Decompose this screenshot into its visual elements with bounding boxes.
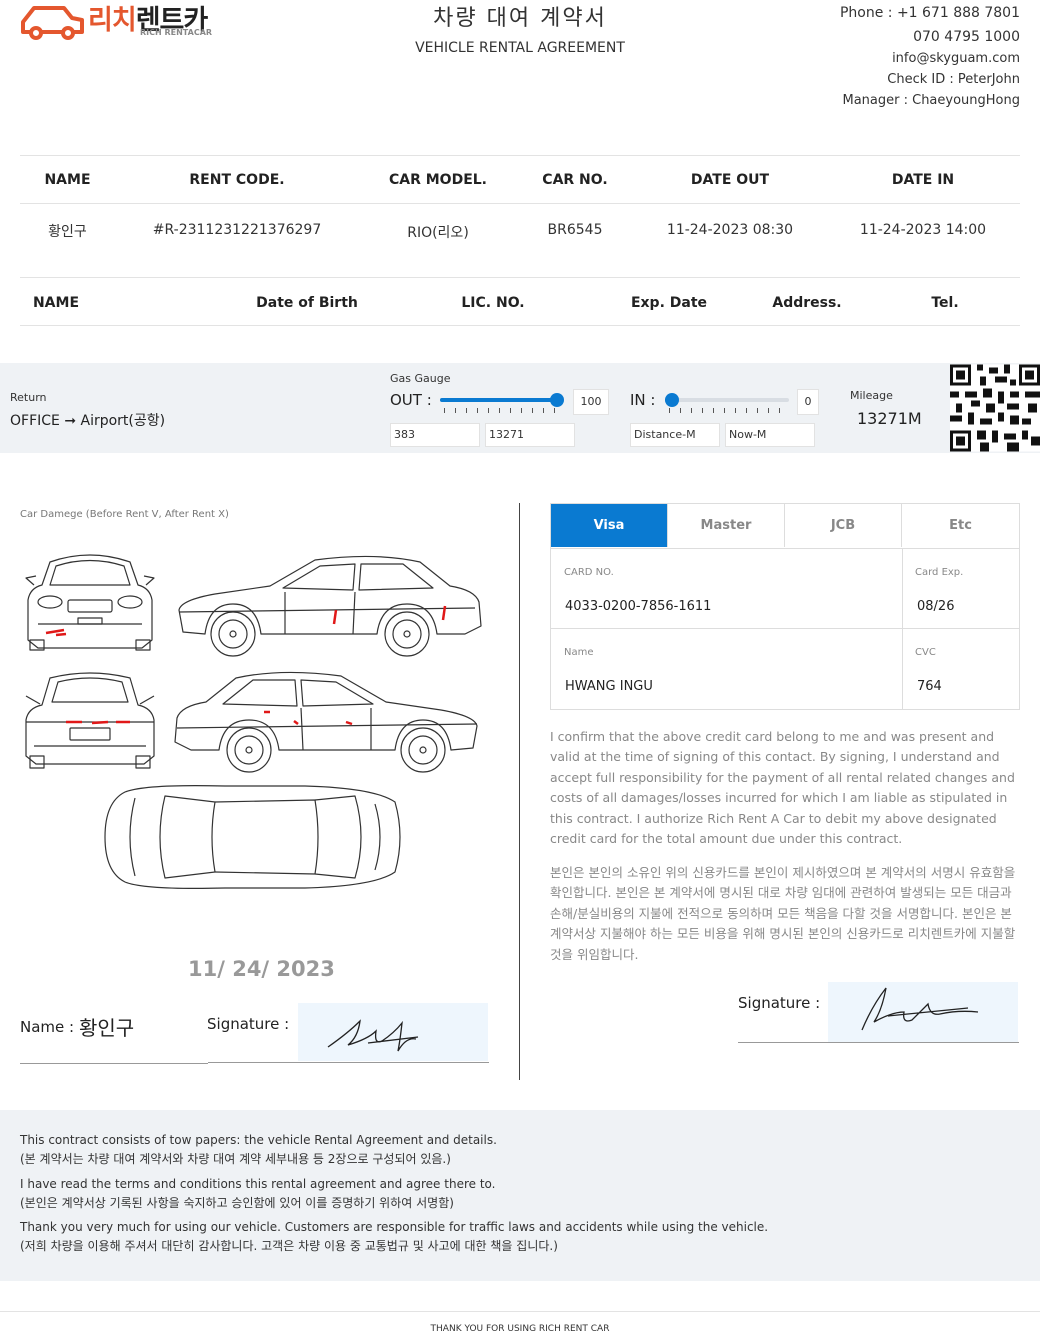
mileage-label: Mileage bbox=[850, 389, 893, 402]
card-no-value[interactable]: 4033-0200-7856-1611 bbox=[565, 599, 711, 614]
damage-caption: Car Damege (Before Rent V, After Rent X) bbox=[20, 509, 229, 520]
out-distance-field[interactable]: 383 bbox=[390, 423, 480, 447]
footer-note-1-en: This contract consists of tow papers: th… bbox=[20, 1133, 497, 1147]
title-english: VEHICLE RENTAL AGREEMENT bbox=[415, 40, 625, 56]
tab-jcb[interactable]: JCB bbox=[785, 504, 902, 547]
driver-header-exp-date: Exp. Date bbox=[630, 295, 708, 311]
in-now-field[interactable]: Now-M bbox=[725, 423, 815, 447]
footer-note-1-ko: (본 계약서는 차량 대여 계약서와 차량 대여 계약 세부내용 등 2장으로 … bbox=[20, 1152, 451, 1166]
gas-in-slider[interactable] bbox=[665, 393, 791, 421]
driver-header-dob: Date of Birth bbox=[256, 295, 358, 311]
car-side-left-icon[interactable] bbox=[174, 671, 478, 773]
return-label: Return bbox=[10, 391, 47, 404]
divider bbox=[551, 628, 1019, 629]
slider-track bbox=[665, 398, 789, 402]
driver-header-address: Address. bbox=[772, 295, 842, 311]
cvc-label: CVC bbox=[915, 647, 936, 658]
divider bbox=[20, 277, 1020, 278]
slider-thumb[interactable] bbox=[550, 393, 564, 407]
gas-out-label: OUT : bbox=[390, 391, 432, 409]
car-side-right-icon[interactable] bbox=[178, 555, 482, 657]
slider-thumb[interactable] bbox=[665, 393, 679, 407]
card-signature-field[interactable] bbox=[828, 982, 1018, 1042]
signature-drawing bbox=[861, 987, 979, 1031]
card-exp-value[interactable]: 08/26 bbox=[917, 599, 954, 614]
divider bbox=[20, 155, 1020, 156]
damage-name-value: 황인구 bbox=[79, 1016, 135, 1040]
gas-out-value[interactable]: 100 bbox=[573, 389, 609, 415]
tab-master[interactable]: Master bbox=[668, 504, 785, 547]
car-back-icon[interactable] bbox=[25, 672, 155, 769]
col-header-name: NAME bbox=[44, 172, 91, 188]
damage-signature-field[interactable] bbox=[298, 1003, 488, 1061]
cell-car-model: RIO(리오) bbox=[407, 225, 469, 241]
slider-ticks bbox=[444, 408, 562, 413]
col-header-date-out: DATE OUT bbox=[690, 172, 770, 188]
col-header-car-no: CAR NO. bbox=[542, 172, 608, 188]
gas-in-label: IN : bbox=[630, 391, 656, 409]
cell-name: 황인구 bbox=[48, 224, 87, 240]
slider-fill bbox=[440, 398, 557, 402]
cell-date-out: 11-24-2023 08:30 bbox=[666, 222, 794, 238]
slider-ticks bbox=[669, 408, 787, 413]
cell-rent-code: #R-2311231221376297 bbox=[152, 222, 322, 238]
cardholder-name-label: Name bbox=[564, 647, 594, 658]
footer-note-3-en: Thank you very much for using our vehicl… bbox=[20, 1220, 769, 1234]
in-distance-field[interactable]: Distance-M bbox=[630, 423, 720, 447]
car-diagram[interactable] bbox=[20, 540, 490, 910]
vertical-divider bbox=[519, 503, 520, 1080]
card-vertical-divider bbox=[902, 548, 903, 709]
return-value: OFFICE ➞ Airport(공항) bbox=[10, 413, 166, 429]
qr-code-icon bbox=[950, 364, 1040, 452]
cvc-value[interactable]: 764 bbox=[917, 679, 942, 694]
card-exp-label: Card Exp. bbox=[915, 567, 964, 578]
card-no-label: CARD NO. bbox=[564, 567, 614, 578]
email: info@skyguam.com bbox=[892, 51, 1020, 66]
gas-out-slider[interactable] bbox=[440, 393, 566, 421]
col-header-date-in: DATE IN bbox=[891, 172, 955, 188]
damage-signature-label: Signature : bbox=[207, 1015, 290, 1033]
damage-date: 11/ 24/ 2023 bbox=[188, 957, 335, 981]
name-underline bbox=[20, 1063, 208, 1064]
footer-note-2-ko: (본인은 계약서상 기록된 사항을 숙지하고 승인함에 있어 이를 증명하기 위… bbox=[20, 1196, 454, 1210]
divider bbox=[0, 1311, 1040, 1312]
card-signature-label: Signature : bbox=[738, 994, 821, 1012]
card-confirm-korean: 본인은 본인의 소유인 위의 신용카드를 본인이 제시하였으며 본 계약서의 서… bbox=[550, 865, 1016, 962]
mileage-value: 13271M bbox=[857, 409, 922, 428]
footer-note-2-en: I have read the terms and conditions thi… bbox=[20, 1177, 496, 1191]
footer-thanks: THANK YOU FOR USING RICH RENT CAR bbox=[430, 1324, 610, 1334]
divider bbox=[20, 325, 1020, 326]
out-now-field[interactable]: 13271 bbox=[485, 423, 575, 447]
driver-header-name: NAME bbox=[32, 295, 80, 311]
driver-header-tel: Tel. bbox=[931, 295, 959, 311]
divider bbox=[20, 203, 1020, 204]
car-top-icon[interactable] bbox=[104, 785, 401, 889]
cardholder-name-value[interactable]: HWANG INGU bbox=[565, 679, 653, 694]
footer-note-3-ko: (저희 차량을 이용해 주셔서 대단히 감사합니다. 고객은 차량 이용 중 교… bbox=[20, 1239, 558, 1253]
col-header-car-model: CAR MODEL. bbox=[388, 172, 488, 188]
col-header-rent-code: RENT CODE. bbox=[189, 172, 285, 188]
signature-drawing bbox=[327, 1019, 419, 1052]
cell-date-in: 11-24-2023 14:00 bbox=[859, 222, 987, 238]
phone-2: 070 4795 1000 bbox=[913, 29, 1020, 45]
card-confirm-english: I confirm that the above credit card bel… bbox=[550, 729, 1015, 847]
card-signature-underline bbox=[738, 1042, 1019, 1043]
signature-underline bbox=[208, 1062, 489, 1063]
car-front-icon[interactable] bbox=[25, 554, 155, 651]
damage-name-label: Name : bbox=[20, 1018, 75, 1036]
tab-etc[interactable]: Etc bbox=[902, 504, 1019, 547]
gas-in-value[interactable]: 0 bbox=[797, 389, 819, 415]
divider bbox=[551, 548, 1019, 549]
driver-header-lic-no: LIC. NO. bbox=[461, 295, 525, 311]
tab-visa[interactable]: Visa bbox=[551, 504, 668, 547]
manager: Manager : ChaeyoungHong bbox=[842, 93, 1020, 108]
cell-car-no: BR6545 bbox=[547, 222, 603, 238]
phone-1: Phone : +1 671 888 7801 bbox=[839, 5, 1020, 21]
check-id: Check ID : PeterJohn bbox=[887, 72, 1020, 87]
gas-gauge-label: Gas Gauge bbox=[390, 372, 451, 385]
